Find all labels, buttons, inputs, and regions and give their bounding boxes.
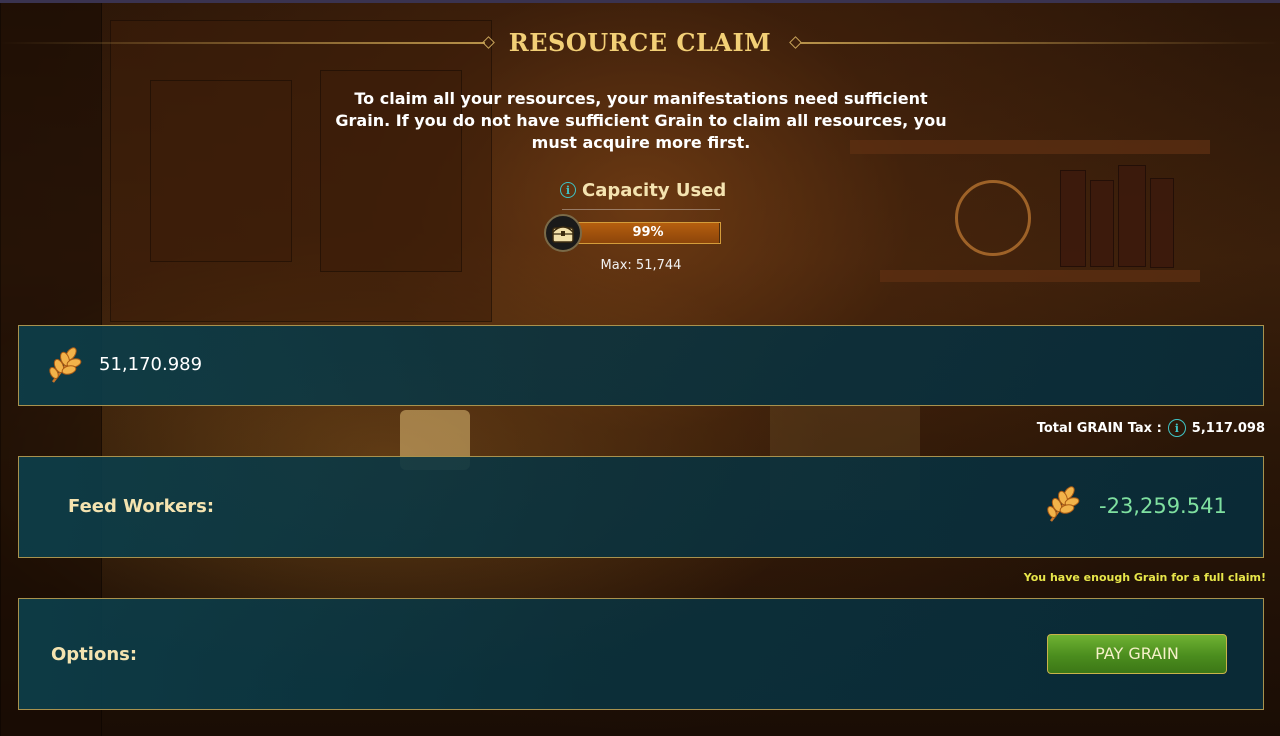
- capacity-divider: [562, 209, 720, 210]
- options-panel: Options: PAY GRAIN: [18, 598, 1264, 710]
- intro-text: To claim all your resources, your manife…: [335, 89, 947, 152]
- info-icon[interactable]: i: [1167, 419, 1186, 437]
- capacity-max: Max: 51,744: [600, 258, 682, 273]
- options-label: Options:: [51, 644, 138, 665]
- grain-status-message: You have enough Grain for a full claim!: [1023, 571, 1266, 584]
- capacity-header: i Capacity Used: [560, 178, 726, 202]
- capacity-percent: 99%: [632, 225, 664, 240]
- grain-balance-value: 51,170.989: [99, 354, 203, 375]
- page-title: RESOURCE CLAIM: [508, 28, 772, 57]
- top-border: [0, 0, 1280, 3]
- capacity-progress-bar: 99%: [575, 222, 721, 244]
- feed-workers-value: -23,259.541: [1099, 494, 1227, 518]
- feed-workers-label: Feed Workers:: [68, 496, 215, 517]
- grain-tax-value: 5,117.098: [1191, 420, 1265, 436]
- grain-icon: [45, 346, 85, 390]
- capacity-label: Capacity Used: [582, 179, 727, 201]
- grain-balance-panel: 51,170.989: [18, 325, 1264, 406]
- chest-icon: [544, 214, 582, 252]
- grain-tax-label: Total GRAIN Tax :: [1036, 420, 1162, 436]
- feed-workers-panel: Feed Workers: -23,259.541: [18, 456, 1264, 558]
- header: RESOURCE CLAIM: [0, 28, 1280, 64]
- grain-tax-row: Total GRAIN Tax : i 5,117.098: [1037, 418, 1265, 438]
- pay-grain-button[interactable]: PAY GRAIN: [1047, 634, 1227, 674]
- grain-icon: [1043, 485, 1083, 529]
- info-icon[interactable]: i: [560, 182, 576, 198]
